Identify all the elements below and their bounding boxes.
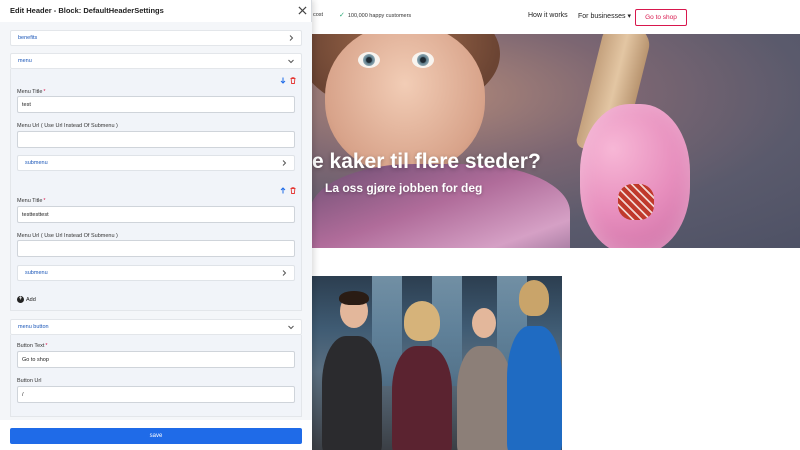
nav-link-label: For businesses (578, 12, 626, 20)
save-button[interactable]: save (10, 428, 302, 444)
photo-person (457, 346, 512, 450)
panel-title: Edit Header - Block: DefaultHeaderSettin… (10, 6, 164, 15)
menu-title-input[interactable] (17, 206, 295, 223)
menu-title-label: Menu Title* (17, 198, 46, 204)
nav-link-how-it-works[interactable]: How it works (528, 12, 568, 19)
section-benefits[interactable]: benefits (10, 30, 302, 46)
menu-button-group (10, 335, 302, 417)
menu-url-label: Menu Url ( Use Url Instead Of Submenu ) (17, 233, 118, 239)
hero-title: e kaker til flere steder? (312, 150, 541, 173)
hero-photo-apron (310, 164, 570, 248)
submenu-label: submenu (25, 160, 48, 166)
go-to-shop-button[interactable]: Go to shop (635, 9, 687, 26)
hero-photo-patch (618, 184, 654, 220)
required-mark: * (43, 198, 46, 204)
add-menu-item-button[interactable]: + Add (17, 296, 36, 303)
menu-title-label: Menu Title* (17, 89, 46, 95)
panel-header: Edit Header - Block: DefaultHeaderSettin… (0, 0, 312, 22)
chevron-down-icon: ▾ (627, 13, 631, 20)
label-text: Button Text (17, 343, 45, 349)
menu-title-input[interactable] (17, 96, 295, 113)
close-icon (297, 5, 307, 15)
chevron-down-icon (288, 59, 294, 64)
menu-item-actions (280, 77, 296, 84)
chevron-right-icon (282, 270, 287, 276)
delete-icon[interactable] (290, 77, 296, 84)
photo-person-head (472, 308, 496, 338)
chevron-right-icon (289, 35, 294, 41)
photo-person-hair (404, 301, 440, 341)
submenu-toggle[interactable]: submenu (17, 155, 295, 171)
benefit-text: cost (313, 12, 324, 18)
menu-url-input[interactable] (17, 240, 295, 257)
section-label: menu (18, 58, 32, 64)
label-text: Menu Title (17, 198, 43, 204)
required-mark: * (45, 343, 48, 349)
submenu-label: submenu (25, 270, 48, 276)
team-photo (312, 276, 562, 450)
move-up-icon[interactable] (280, 187, 286, 194)
button-url-label: Button Url (17, 378, 42, 384)
benefit-badge: cost (313, 12, 323, 18)
move-down-icon[interactable] (280, 77, 286, 84)
photo-person (392, 346, 452, 450)
benefit-text: 100,000 happy customers (347, 12, 412, 19)
photo-person (322, 336, 382, 450)
photo-person-hair (519, 280, 549, 316)
panel-scroll-area[interactable]: benefits menu Menu Title* Menu Url (0, 22, 312, 420)
hero-subtitle: La oss gjøre jobben for deg (325, 181, 483, 195)
check-icon: ✓ (339, 12, 345, 19)
delete-icon[interactable] (290, 187, 296, 194)
close-button[interactable] (296, 4, 308, 16)
plus-circle-icon: + (17, 296, 24, 303)
hero-photo-eye (412, 52, 434, 68)
photo-person (507, 326, 562, 450)
hero-photo-sleeve (580, 104, 690, 248)
hero-photo-eye (358, 52, 380, 68)
chevron-right-icon (282, 160, 287, 166)
button-text-label: Button Text* (17, 343, 48, 349)
benefit-badge: ✓ 100,000 happy customers (339, 12, 411, 19)
nav-link-for-businesses[interactable]: For businesses ▾ (578, 12, 631, 21)
edit-header-panel: Edit Header - Block: DefaultHeaderSettin… (0, 0, 312, 450)
menu-url-input[interactable] (17, 131, 295, 148)
submenu-toggle[interactable]: submenu (17, 265, 295, 281)
required-mark: * (43, 89, 46, 95)
section-menu-button[interactable]: menu button (10, 319, 302, 335)
button-text-input[interactable] (17, 351, 295, 368)
chevron-down-icon (288, 325, 294, 330)
add-label: Add (26, 296, 36, 303)
section-label: menu button (18, 324, 49, 330)
menu-url-label: Menu Url ( Use Url Instead Of Submenu ) (17, 123, 118, 129)
photo-person-hair (339, 291, 369, 305)
button-url-input[interactable] (17, 386, 295, 403)
section-label: benefits (18, 35, 38, 41)
label-text: Menu Title (17, 89, 43, 95)
section-menu[interactable]: menu (10, 53, 302, 69)
menu-item-actions (280, 187, 296, 194)
